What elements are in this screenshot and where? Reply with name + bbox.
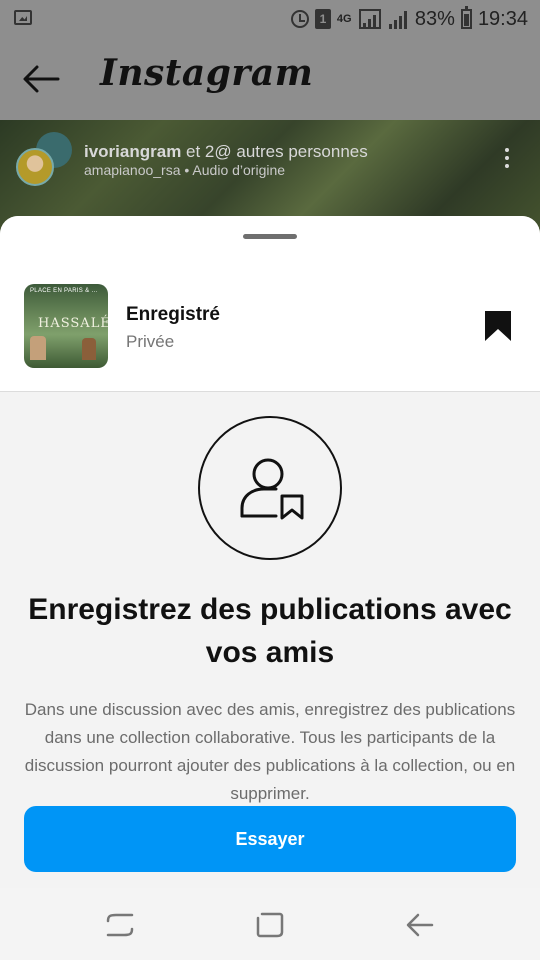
drag-handle[interactable] xyxy=(243,234,297,239)
arrow-left-icon[interactable] xyxy=(22,64,60,94)
collection-title: Enregistré xyxy=(126,304,220,325)
more-vertical-icon[interactable] xyxy=(504,148,510,172)
thumbnail-figure xyxy=(82,338,96,360)
signal-icon xyxy=(358,9,381,29)
thumbnail-caption: PLACE EN PARIS & … xyxy=(30,288,98,294)
alarm-icon xyxy=(290,10,309,28)
bookmark-icon[interactable] xyxy=(484,310,512,342)
description: Dans une discussion avec des amis, enreg… xyxy=(24,700,516,803)
post-author-suffix: et 2@ autres personnes xyxy=(181,142,368,161)
thumbnail-title: HASSALÉ xyxy=(38,316,108,331)
sim-icon: 1 xyxy=(314,9,331,29)
avatar[interactable] xyxy=(16,148,54,186)
app-logo: Instagram xyxy=(100,52,314,94)
recent-apps-icon[interactable] xyxy=(106,912,134,938)
network-type: 4G xyxy=(336,12,352,25)
home-icon[interactable] xyxy=(256,912,284,938)
battery-icon xyxy=(460,6,472,29)
collection-privacy: Privée xyxy=(126,332,175,351)
post-audio[interactable]: amapianoo_rsa • Audio d’origine xyxy=(84,162,285,178)
navigation-bar xyxy=(0,888,540,960)
page-title: Enregistrez des publications avec vos am… xyxy=(28,593,512,669)
thumbnail-figure xyxy=(30,336,46,360)
battery-percent: 83% xyxy=(414,7,455,30)
image-icon xyxy=(14,10,32,25)
back-icon[interactable] xyxy=(406,912,434,938)
status-icons: 1 4G 83% 19:34 xyxy=(290,6,528,32)
post-author-name: ivoriangram xyxy=(84,142,182,161)
try-button[interactable]: Essayer xyxy=(24,806,516,872)
app-header: Instagram xyxy=(0,38,540,120)
signal-icon xyxy=(387,9,409,29)
post-author[interactable]: ivoriangram et 2@ autres personnes xyxy=(84,142,368,162)
status-bar: 1 4G 83% 19:34 xyxy=(0,0,540,38)
collection-row[interactable]: PLACE EN PARIS & … HASSALÉ Enregistré Pr… xyxy=(0,216,540,392)
clock: 19:34 xyxy=(477,7,528,30)
bottom-sheet: PLACE EN PARIS & … HASSALÉ Enregistré Pr… xyxy=(0,216,540,888)
user-bookmark-icon xyxy=(198,416,342,560)
collection-thumbnail: PLACE EN PARIS & … HASSALÉ xyxy=(24,284,108,368)
